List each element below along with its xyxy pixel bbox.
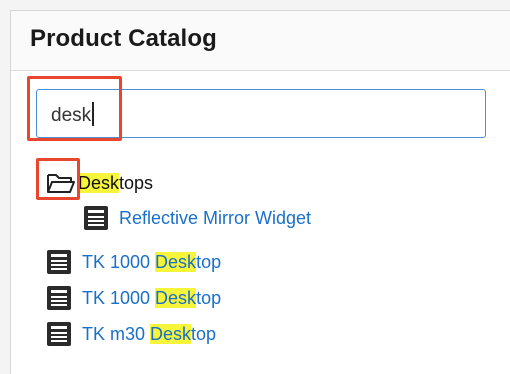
product-list-icon xyxy=(47,250,71,274)
tree-folder-desktops[interactable]: Desktops xyxy=(46,168,153,198)
search-input-value: desk xyxy=(51,102,94,127)
tree-item-product[interactable]: Reflective Mirror Widget xyxy=(83,203,311,233)
search-match-highlight: Desk xyxy=(155,287,197,308)
product-list-icon xyxy=(47,322,71,346)
product-link[interactable]: TK 1000 Desktop xyxy=(82,251,221,273)
panel-header: Product Catalog xyxy=(11,11,510,71)
folder-open-icon xyxy=(47,174,75,193)
search-match-highlight: Desk xyxy=(78,172,120,193)
tree-item-product[interactable]: TK m30 Desktop xyxy=(46,319,216,349)
tree-folder-label: Desktops xyxy=(78,172,154,193)
search-input[interactable]: desk xyxy=(36,89,486,138)
search-match-highlight: Desk xyxy=(150,323,192,344)
search-match-highlight: Desk xyxy=(155,251,197,272)
tree-item-product[interactable]: TK 1000 Desktop xyxy=(46,283,221,313)
product-list-icon xyxy=(47,286,71,310)
product-link[interactable]: TK 1000 Desktop xyxy=(82,287,221,309)
product-list-icon xyxy=(84,206,108,230)
panel-title: Product Catalog xyxy=(30,25,217,52)
product-catalog-panel: Product Catalog desk Desktops Reflective… xyxy=(10,10,510,374)
text-caret xyxy=(92,102,94,126)
product-link[interactable]: Reflective Mirror Widget xyxy=(119,208,311,229)
product-link[interactable]: TK m30 Desktop xyxy=(82,323,216,345)
tree-item-product[interactable]: TK 1000 Desktop xyxy=(46,247,221,277)
